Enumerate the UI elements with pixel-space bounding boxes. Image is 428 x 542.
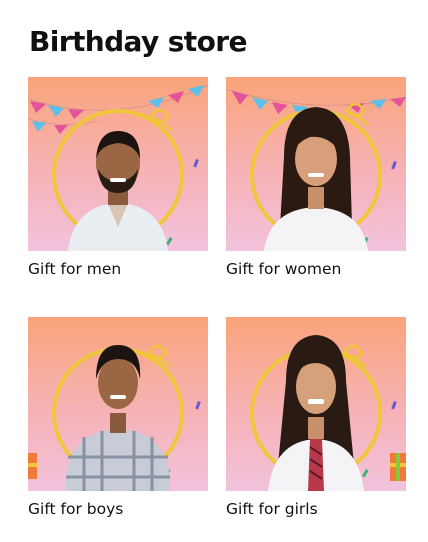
tile-label[interactable]: Gift for women bbox=[226, 258, 406, 280]
tile-gift-for-women[interactable]: Gift for women bbox=[226, 77, 406, 280]
gift-for-boys-image[interactable] bbox=[28, 317, 208, 491]
tile-label[interactable]: Gift for girls bbox=[226, 498, 406, 520]
tile-gift-for-girls[interactable]: Gift for girls bbox=[226, 317, 406, 520]
tile-label[interactable]: Gift for boys bbox=[28, 498, 208, 520]
tile-gift-for-boys[interactable]: Gift for boys bbox=[28, 317, 208, 520]
tile-gift-for-men[interactable]: Gift for men bbox=[28, 77, 208, 280]
section-title: Birthday store bbox=[29, 25, 247, 58]
birthday-store-card: Birthday store Gift for men Gift for wom… bbox=[0, 0, 428, 542]
tile-label[interactable]: Gift for men bbox=[28, 258, 208, 280]
gift-for-girls-image[interactable] bbox=[226, 317, 406, 491]
gift-for-men-image[interactable] bbox=[28, 77, 208, 251]
gift-for-women-image[interactable] bbox=[226, 77, 406, 251]
